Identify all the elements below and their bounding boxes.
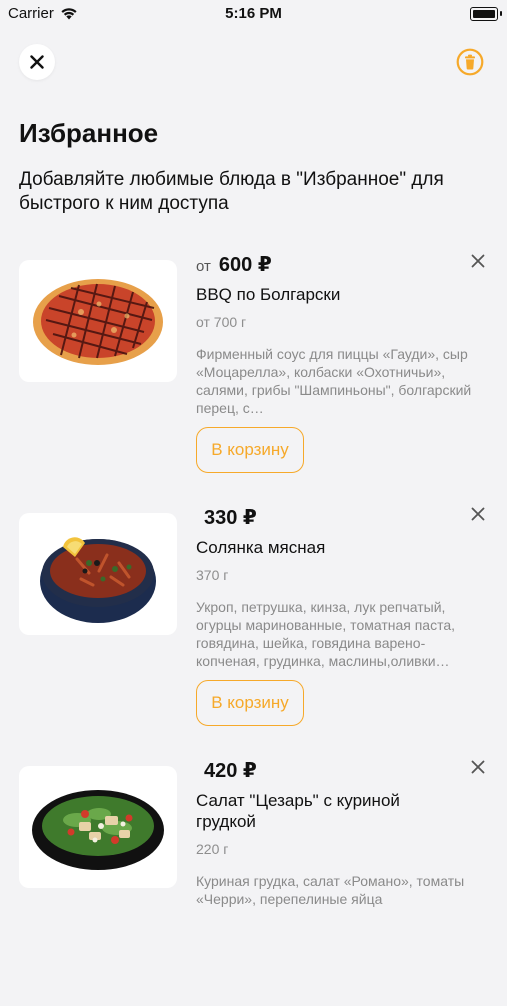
soup-image[interactable] <box>19 513 177 635</box>
favorite-item: 420 ₽ Салат "Цезарь" с куриной грудкой 2… <box>0 760 507 1006</box>
salad-image[interactable] <box>19 766 177 888</box>
item-weight: 220 г <box>196 841 229 857</box>
item-weight: от 700 г <box>196 314 247 330</box>
pizza-image[interactable] <box>19 260 177 382</box>
item-description: Фирменный соус для пиццы «Гауди», сыр «М… <box>196 346 472 416</box>
price: 600 ₽ <box>218 254 272 276</box>
add-to-cart-button[interactable]: В корзину <box>196 427 304 473</box>
close-button[interactable] <box>19 44 55 80</box>
item-weight: 370 г <box>196 567 229 583</box>
favorite-item: 330 ₽ Солянка мясная 370 г Укроп, петруш… <box>0 507 507 753</box>
battery-icon <box>470 7 502 21</box>
price-row: от 600 ₽ <box>196 252 272 277</box>
price: 330 ₽ <box>204 507 257 529</box>
clear-favorites-button[interactable] <box>456 48 484 76</box>
add-to-cart-button[interactable]: В корзину <box>196 680 304 726</box>
remove-from-favorites-button[interactable] <box>471 507 485 521</box>
remove-icon <box>471 760 485 774</box>
item-description: Укроп, петрушка, кинза, лук репчатый, ог… <box>196 599 456 669</box>
favorite-item: от 600 ₽ BBQ по Болгарски от 700 г Фирме… <box>0 254 507 500</box>
item-name[interactable]: Салат "Цезарь" с куриной грудкой <box>196 790 456 832</box>
price-prefix: от <box>196 258 211 275</box>
price-row: 420 ₽ <box>196 758 257 783</box>
item-name[interactable]: Солянка мясная <box>196 537 456 558</box>
item-name[interactable]: BBQ по Болгарски <box>196 284 456 305</box>
status-bar: Carrier 5:16 PM <box>0 0 507 28</box>
remove-from-favorites-button[interactable] <box>471 254 485 268</box>
remove-icon <box>471 507 485 521</box>
price: 420 ₽ <box>204 760 257 782</box>
remove-icon <box>471 254 485 268</box>
close-icon <box>30 55 44 69</box>
trash-icon <box>456 48 484 76</box>
status-time: 5:16 PM <box>225 5 282 22</box>
item-description: Куриная грудка, салат «Романо», томаты «… <box>196 873 465 907</box>
page-title: Избранное <box>19 118 159 148</box>
price-row: 330 ₽ <box>196 505 257 530</box>
remove-from-favorites-button[interactable] <box>471 760 485 774</box>
page-subtitle: Добавляйте любимые блюда в "Избранное" д… <box>19 169 444 214</box>
